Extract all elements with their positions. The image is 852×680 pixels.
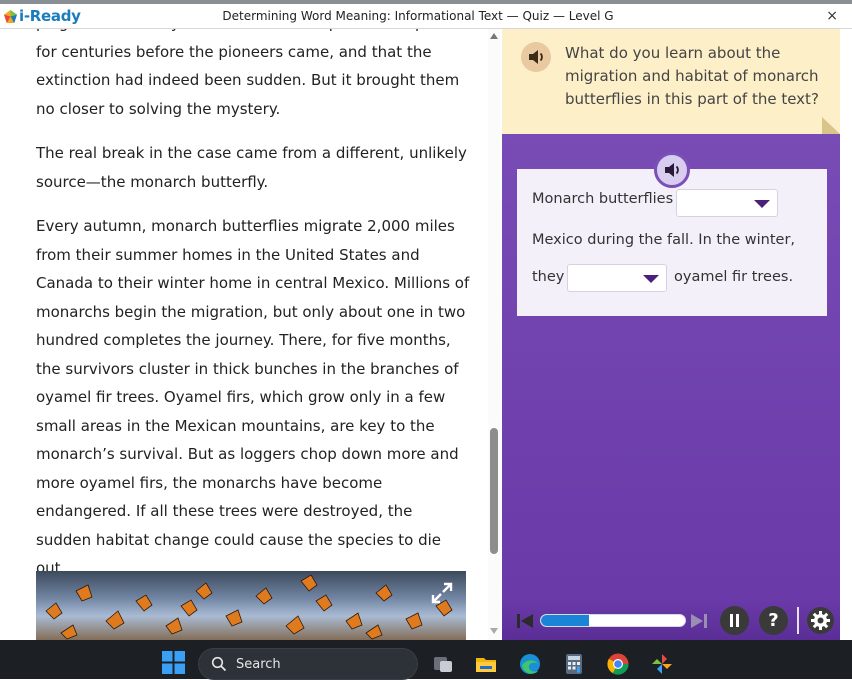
speaker-icon <box>665 163 679 177</box>
prompt-audio-button[interactable] <box>521 42 551 72</box>
quiz-progress-bar <box>540 614 686 627</box>
edge-browser-icon[interactable] <box>518 652 542 676</box>
question-prompt-text: What do you learn about the migration an… <box>565 44 819 108</box>
skip-forward-icon <box>691 614 707 628</box>
answer-segment-4: oyamel fir trees. <box>674 269 794 285</box>
quiz-progress-fill <box>541 615 589 626</box>
answer-segment-2: Mexico during the fall. In the winter, <box>532 232 796 248</box>
scroll-up-arrow-icon[interactable] <box>490 33 498 39</box>
answer-segment-1: Monarch butterflies <box>532 191 674 207</box>
help-button[interactable]: ? <box>759 606 788 635</box>
pause-button[interactable] <box>720 606 749 635</box>
title-bar: i-Ready Determining Word Meaning: Inform… <box>0 4 852 29</box>
monarch-butterflies-photo <box>36 571 466 640</box>
chevron-down-icon <box>643 275 659 283</box>
windows-start-icon[interactable] <box>162 651 185 674</box>
right-margin <box>840 29 852 640</box>
search-icon <box>211 656 227 672</box>
reading-passage-pane: plagues were likely to have been an aspe… <box>0 29 488 640</box>
controls-divider <box>797 607 799 634</box>
previous-question-button[interactable] <box>516 612 534 630</box>
passage-text: plagues were likely to have been an aspe… <box>36 29 472 599</box>
calculator-icon[interactable] <box>562 652 586 676</box>
speaker-icon <box>529 50 543 64</box>
answer-dropdown-2[interactable] <box>567 264 667 292</box>
butterfly-cluster-image <box>45 574 453 640</box>
settings-button[interactable] <box>806 606 835 635</box>
file-explorer-icon[interactable] <box>474 652 498 676</box>
answer-segment-3: they <box>532 269 565 285</box>
gear-icon <box>807 607 834 634</box>
answer-dropdown-1[interactable] <box>676 189 778 217</box>
chrome-icon[interactable] <box>606 652 630 676</box>
next-question-button[interactable] <box>690 612 708 630</box>
answer-audio-button[interactable] <box>654 152 690 188</box>
scrollbar-thumb[interactable] <box>490 428 498 554</box>
window-title: Determining Word Meaning: Informational … <box>222 9 614 23</box>
pause-icon <box>730 614 739 627</box>
scroll-down-arrow-icon[interactable] <box>490 628 498 634</box>
passage-paragraph: Every autumn, monarch butterflies migrat… <box>36 217 470 577</box>
expand-icon <box>431 582 453 604</box>
taskbar-search-label: Search <box>236 657 281 672</box>
windows-taskbar <box>0 640 852 679</box>
passage-paragraph: The real break in the case came from a d… <box>36 144 467 191</box>
taskbar-search-box[interactable] <box>198 648 418 680</box>
passage-cutoff-line: plagues were likely to have been an aspe… <box>36 29 472 38</box>
skip-back-icon <box>517 614 533 628</box>
close-button[interactable]: × <box>826 8 838 24</box>
passage-paragraph: for centuries before the pioneers came, … <box>36 42 460 118</box>
chevron-down-icon <box>754 200 770 208</box>
pinwheel-app-icon[interactable] <box>650 652 674 676</box>
prompt-card-fold <box>822 117 840 134</box>
expand-image-button[interactable] <box>428 581 456 609</box>
task-view-icon[interactable] <box>431 652 455 676</box>
